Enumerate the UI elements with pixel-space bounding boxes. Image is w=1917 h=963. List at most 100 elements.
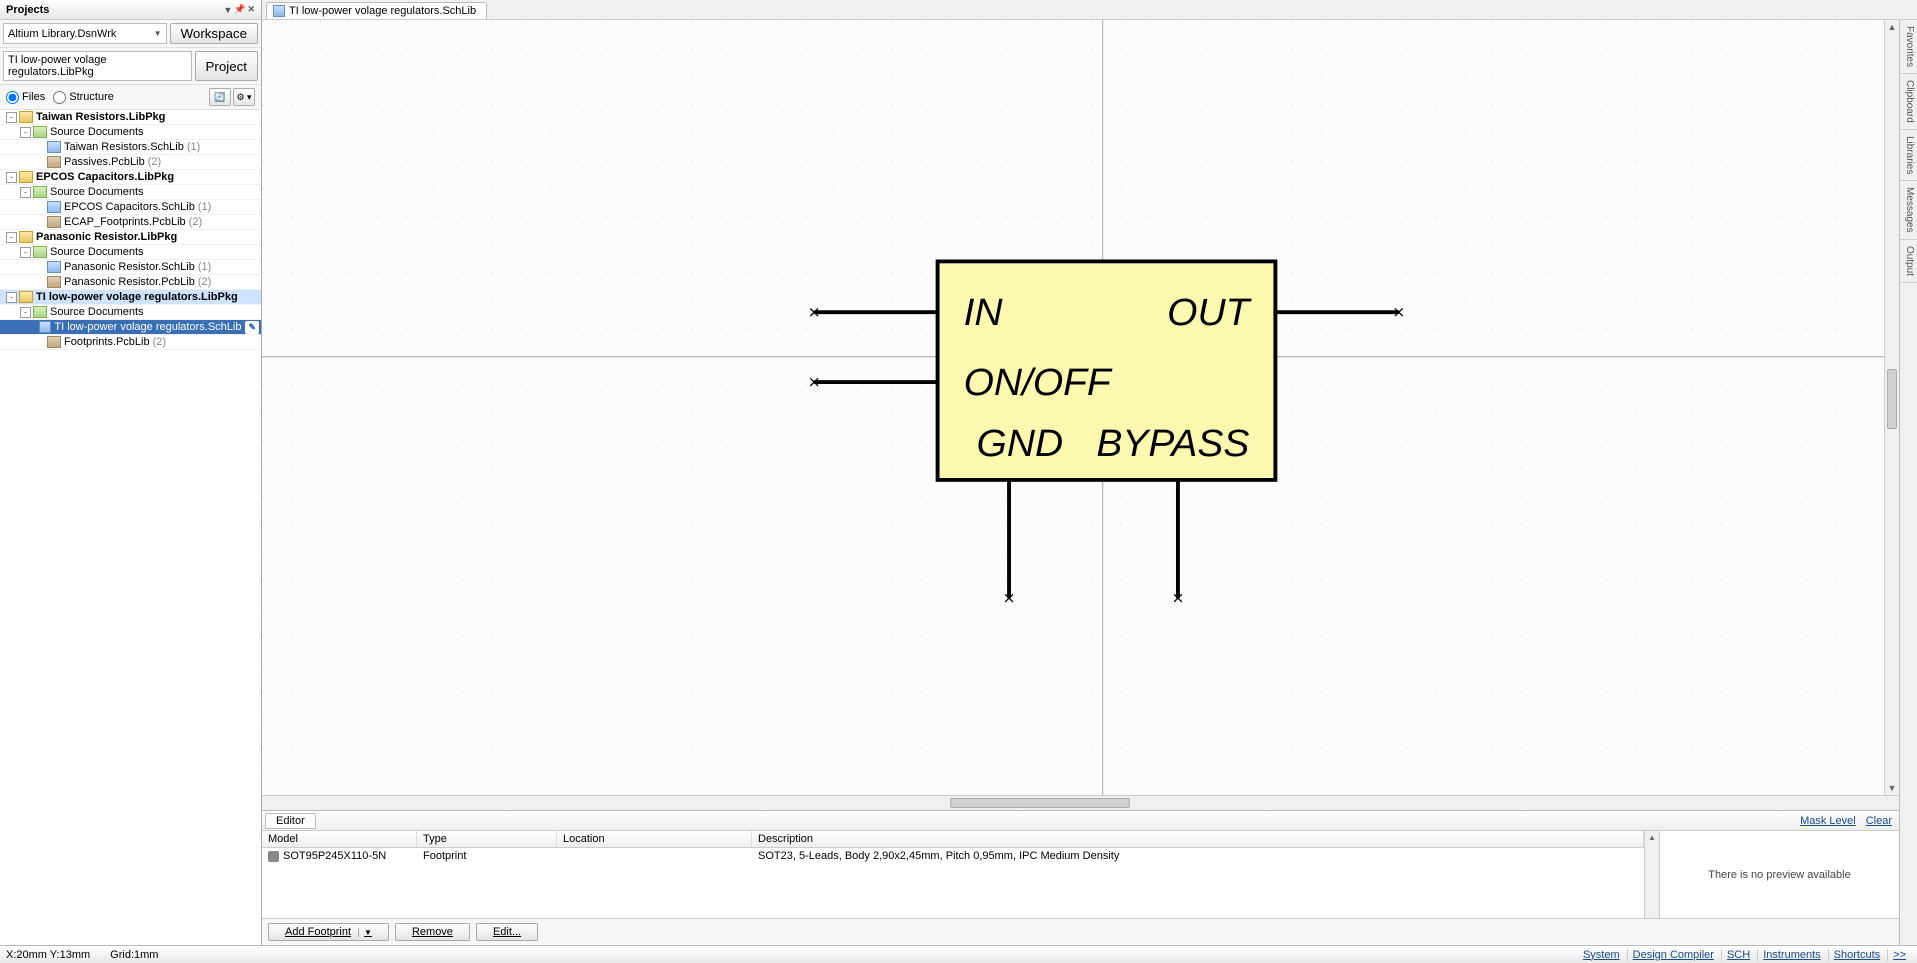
tree-row[interactable]: -Source Documents <box>0 305 261 320</box>
editor-buttons: Add Footprint ▼ Remove Edit... <box>262 918 1899 945</box>
tree-row[interactable]: - Source Documents <box>0 125 261 140</box>
scroll-up-icon[interactable]: ▲ <box>1645 831 1659 844</box>
vtab-clipboard[interactable]: Clipboard <box>1900 74 1917 130</box>
tree-row[interactable]: EPCOS Capacitors.SchLib(1) <box>0 200 261 215</box>
tree-row[interactable]: - Panasonic Resistor.LibPkg <box>0 230 261 245</box>
schematic-canvas[interactable]: IN OUT ON/OFF GND BYPASS ▲ ▼ <box>262 20 1899 795</box>
panel-pin-icon[interactable]: 📌 <box>234 4 245 15</box>
menu-sch[interactable]: SCH <box>1721 949 1755 961</box>
chevron-down-icon: ▼ <box>154 29 162 38</box>
files-radio[interactable]: Files <box>6 91 45 104</box>
structure-radio-input[interactable] <box>53 91 66 104</box>
col-type[interactable]: Type <box>417 831 557 847</box>
tree-label: Taiwan Resistors.LibPkg <box>36 111 165 124</box>
vtab-libraries[interactable]: Libraries <box>1900 130 1917 181</box>
tree-count: (1) <box>198 261 211 274</box>
horizontal-scroll-thumb[interactable] <box>950 798 1130 808</box>
projects-panel: Projects ▼ 📌 ✕ Altium Library.DsnWrk ▼ W… <box>0 0 262 963</box>
tree-expander-icon[interactable]: - <box>6 232 17 243</box>
vertical-scroll-thumb[interactable] <box>1887 369 1897 429</box>
edit-button[interactable]: Edit... <box>476 923 538 941</box>
document-tab[interactable]: TI low-power volage regulators.SchLib <box>266 2 487 19</box>
horizontal-scrollbar[interactable] <box>262 795 1899 810</box>
model-list-scrollbar[interactable]: ▲ <box>1644 831 1659 918</box>
remove-button[interactable]: Remove <box>395 923 470 941</box>
model-name: SOT95P245X110-5N <box>283 850 386 862</box>
refresh-tool-icon[interactable]: 🔄 <box>209 88 231 106</box>
tree-row[interactable]: ECAP_Footprints.PcbLib(2) <box>0 215 261 230</box>
tree-label: Source Documents <box>50 126 144 139</box>
model-type: Footprint <box>423 850 563 862</box>
tree-expander-icon[interactable]: - <box>6 292 17 303</box>
model-location <box>563 850 758 862</box>
config-tool-icon[interactable]: ⚙ ▾ <box>233 88 255 106</box>
structure-radio-label: Structure <box>69 91 114 103</box>
clear-link[interactable]: Clear <box>1862 814 1896 828</box>
tree-row[interactable]: - Taiwan Resistors.LibPkg <box>0 110 261 125</box>
project-field[interactable]: TI low-power volage regulators.LibPkg <box>3 51 192 81</box>
editor-panel: Editor Mask Level Clear Model Type Locat… <box>262 810 1899 945</box>
tree-label: TI low-power volage regulators.LibPkg <box>36 291 238 304</box>
tree-expander-icon[interactable]: - <box>20 187 31 198</box>
tree-row[interactable]: -Source Documents <box>0 245 261 260</box>
tree-label: Panasonic Resistor.SchLib <box>64 261 195 274</box>
status-right-menu: System Design Compiler SCH Instruments S… <box>1578 949 1911 961</box>
vertical-scrollbar[interactable]: ▲ ▼ <box>1884 20 1899 795</box>
vtab-favorites[interactable]: Favorites <box>1900 20 1917 74</box>
menu-more[interactable]: >> <box>1887 949 1911 961</box>
project-button[interactable]: Project <box>195 51 258 81</box>
scroll-down-icon[interactable]: ▼ <box>1885 781 1899 795</box>
pkg-icon <box>19 291 33 303</box>
tree-count: (2) <box>189 216 202 229</box>
add-footprint-button[interactable]: Add Footprint ▼ <box>268 923 389 941</box>
menu-system[interactable]: System <box>1578 949 1625 961</box>
tree-row[interactable]: - TI low-power volage regulators.LibPkg <box>0 290 261 305</box>
scroll-up-icon[interactable]: ▲ <box>1885 20 1899 34</box>
vtab-messages[interactable]: Messages <box>1900 181 1917 240</box>
tree-label: Source Documents <box>50 186 144 199</box>
pkg-icon <box>19 231 33 243</box>
tree-expander-icon[interactable]: - <box>20 247 31 258</box>
panel-menu-icon[interactable]: ▼ <box>223 5 232 15</box>
tree-label: TI low-power volage regulators.SchLib <box>54 321 241 334</box>
tree-row[interactable]: Taiwan Resistors.SchLib(1) <box>0 140 261 155</box>
project-tree[interactable]: -Taiwan Resistors.LibPkg-Source Document… <box>0 110 261 945</box>
model-row[interactable]: SOT95P245X110-5N Footprint SOT23, 5-Lead… <box>262 848 1644 864</box>
structure-radio[interactable]: Structure <box>53 91 114 104</box>
tree-row[interactable]: Panasonic Resistor.PcbLib(2) <box>0 275 261 290</box>
mask-level-link[interactable]: Mask Level <box>1796 814 1860 828</box>
tree-expander-icon[interactable]: - <box>6 112 17 123</box>
vtab-output[interactable]: Output <box>1900 240 1917 283</box>
schlib-icon <box>273 5 285 17</box>
workspace-combo[interactable]: Altium Library.DsnWrk ▼ <box>3 23 167 44</box>
tree-row[interactable]: TI low-power volage regulators.SchLib ✎ <box>0 320 261 335</box>
menu-design-compiler[interactable]: Design Compiler <box>1627 949 1719 961</box>
tree-label: EPCOS Capacitors.LibPkg <box>36 171 174 184</box>
tree-expander-icon <box>34 217 45 228</box>
editor-tab[interactable]: Editor <box>265 813 316 829</box>
menu-shortcuts[interactable]: Shortcuts <box>1828 949 1885 961</box>
pcb-icon <box>47 156 61 168</box>
col-location[interactable]: Location <box>557 831 752 847</box>
model-list[interactable]: Model Type Location Description SOT95P24… <box>262 831 1644 918</box>
folder-icon <box>33 186 47 198</box>
tree-row[interactable]: Passives.PcbLib(2) <box>0 155 261 170</box>
edit-marker-icon: ✎ <box>245 321 259 334</box>
tree-row[interactable]: Footprints.PcbLib(2) <box>0 335 261 350</box>
col-description[interactable]: Description <box>752 831 1644 847</box>
label-bypass: BYPASS <box>1096 422 1249 465</box>
tree-label: Panasonic Resistor.LibPkg <box>36 231 177 244</box>
tree-row[interactable]: - Source Documents <box>0 185 261 200</box>
tree-expander-icon <box>34 157 45 168</box>
workspace-button[interactable]: Workspace <box>170 23 258 44</box>
tree-row[interactable]: Panasonic Resistor.SchLib(1) <box>0 260 261 275</box>
tree-expander-icon[interactable]: - <box>20 307 31 318</box>
dropdown-icon[interactable]: ▼ <box>358 928 372 937</box>
tree-expander-icon[interactable]: - <box>20 127 31 138</box>
files-radio-input[interactable] <box>6 91 19 104</box>
col-model[interactable]: Model <box>262 831 417 847</box>
tree-row[interactable]: - EPCOS Capacitors.LibPkg <box>0 170 261 185</box>
panel-close-icon[interactable]: ✕ <box>247 4 255 15</box>
menu-instruments[interactable]: Instruments <box>1757 949 1825 961</box>
tree-expander-icon[interactable]: - <box>6 172 17 183</box>
